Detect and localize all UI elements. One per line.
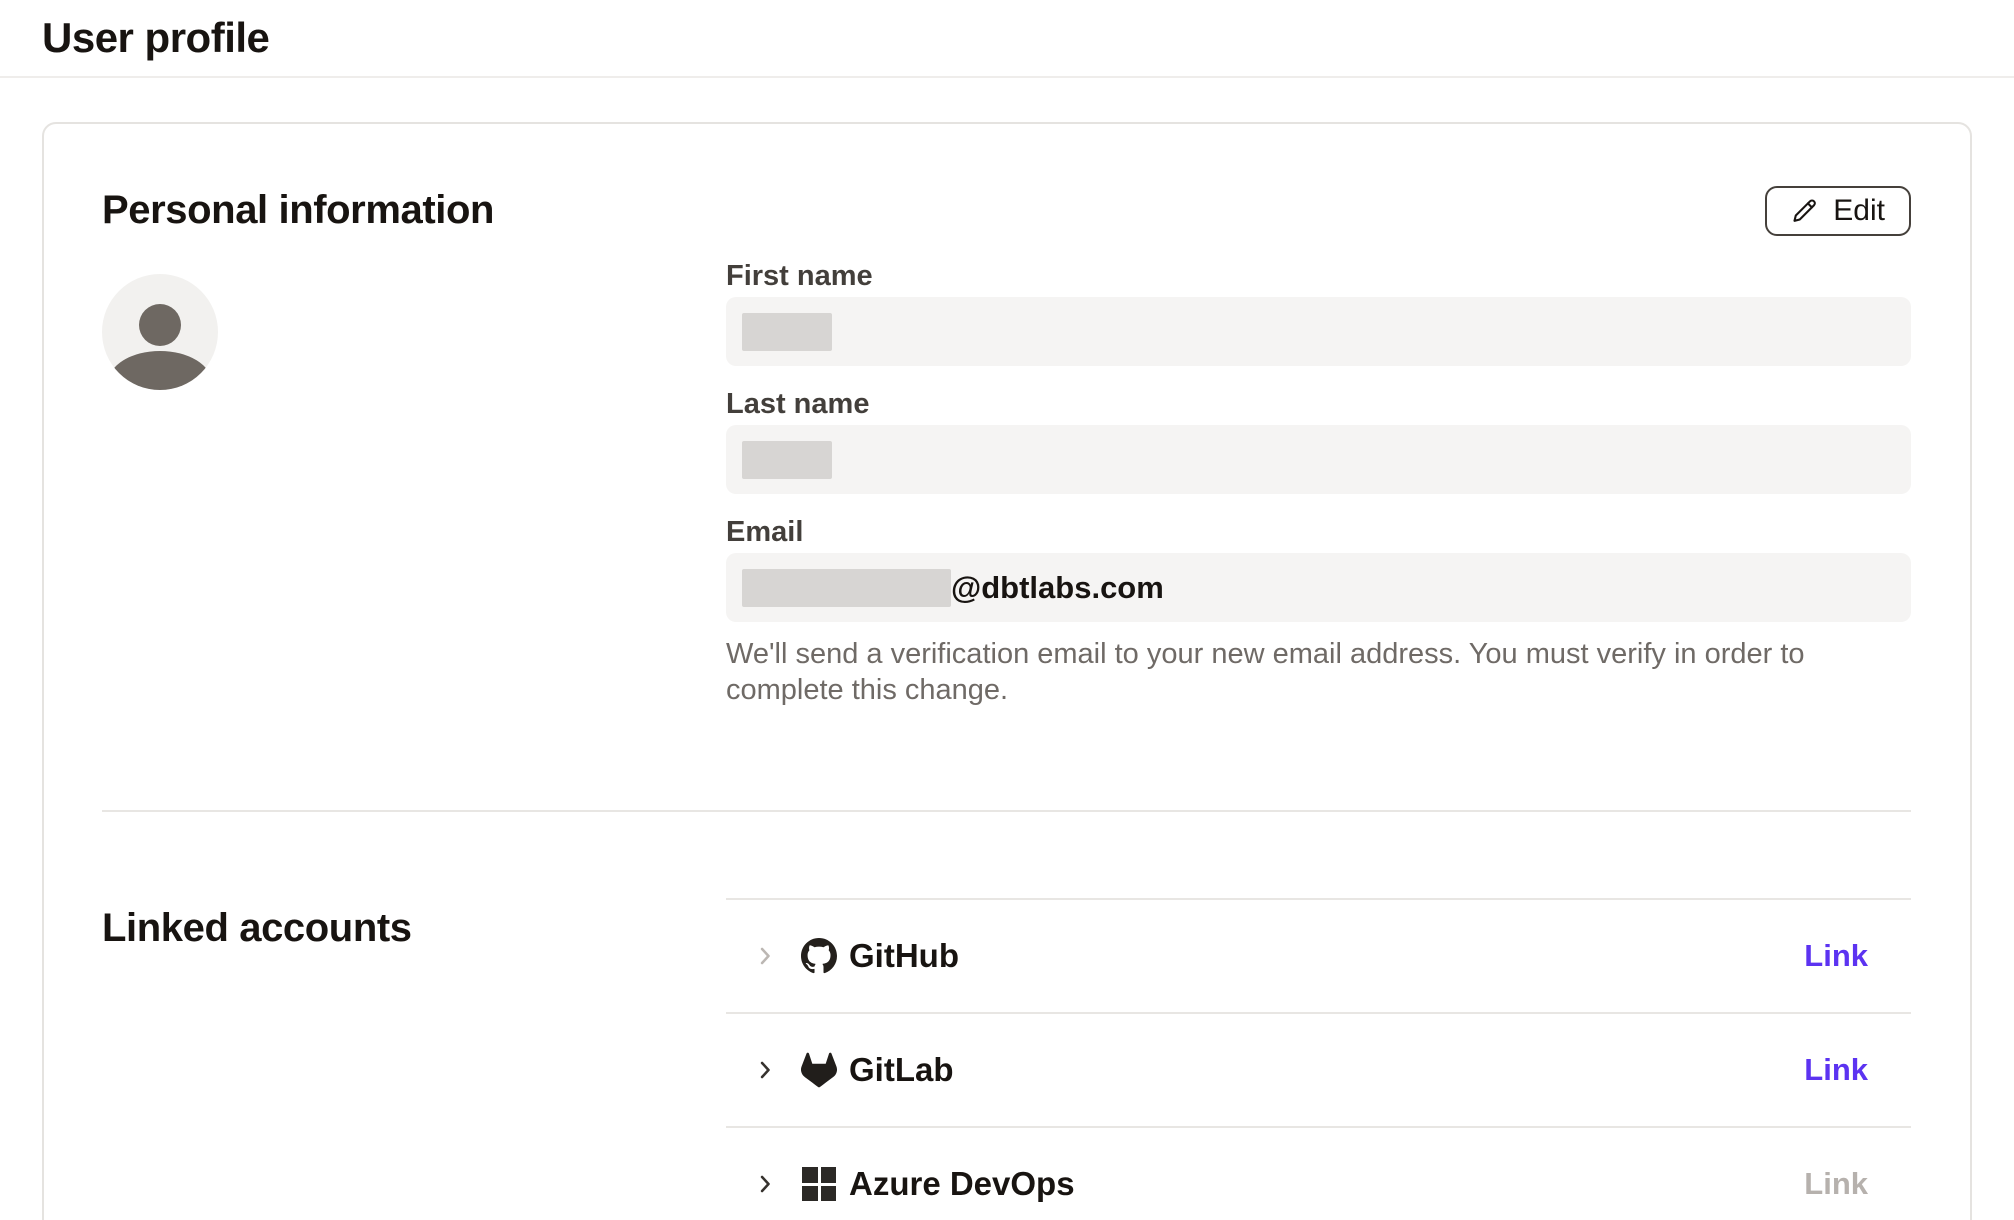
avatar xyxy=(102,274,218,390)
edit-button[interactable]: Edit xyxy=(1765,186,1911,236)
azure-devops-icon xyxy=(801,1166,837,1202)
account-name: GitLab xyxy=(849,1051,954,1089)
email-group: Email @dbtlabs.com We'll send a verifica… xyxy=(726,518,1911,708)
chevron-right-icon[interactable] xyxy=(751,942,779,970)
account-row-github[interactable]: GitHub Link xyxy=(726,900,1911,1014)
edit-button-label: Edit xyxy=(1833,194,1885,228)
redacted-value xyxy=(742,441,832,479)
azure-devops-link-action-disabled: Link xyxy=(1804,1166,1911,1202)
section-divider xyxy=(102,810,1911,812)
last-name-group: Last name xyxy=(726,390,1911,494)
avatar-column xyxy=(102,262,726,732)
redacted-value xyxy=(742,313,832,351)
last-name-label: Last name xyxy=(726,390,1911,419)
github-icon xyxy=(801,938,837,974)
email-label: Email xyxy=(726,518,1911,547)
personal-info-body: First name Last name Email @dbtlabs.com … xyxy=(102,262,1911,732)
personal-info-form: First name Last name Email @dbtlabs.com … xyxy=(726,262,1911,732)
linked-accounts-section: Linked accounts GitHub Link xyxy=(102,898,1911,1220)
personal-info-header: Personal information Edit xyxy=(102,186,1911,236)
email-domain-suffix: @dbtlabs.com xyxy=(951,570,1164,606)
pencil-icon xyxy=(1791,197,1819,225)
email-helper-text: We'll send a verification email to your … xyxy=(726,636,1911,708)
first-name-label: First name xyxy=(726,262,1911,291)
linked-accounts-heading-column: Linked accounts xyxy=(102,898,726,1220)
gitlab-link-action[interactable]: Link xyxy=(1804,1052,1911,1088)
account-name: Azure DevOps xyxy=(849,1165,1075,1203)
gitlab-icon xyxy=(801,1052,837,1088)
chevron-right-icon[interactable] xyxy=(751,1056,779,1084)
personal-info-heading: Personal information xyxy=(102,186,494,234)
account-name: GitHub xyxy=(849,937,959,975)
page-header: User profile xyxy=(0,0,2014,78)
chevron-right-icon[interactable] xyxy=(751,1170,779,1198)
redacted-value xyxy=(742,569,951,607)
linked-accounts-list: GitHub Link GitLab Link xyxy=(726,898,1911,1220)
linked-accounts-heading: Linked accounts xyxy=(102,904,726,952)
first-name-input[interactable] xyxy=(726,297,1911,366)
github-link-action[interactable]: Link xyxy=(1804,938,1911,974)
account-row-azure-devops[interactable]: Azure DevOps Link xyxy=(726,1128,1911,1220)
page-title: User profile xyxy=(42,14,269,62)
last-name-input[interactable] xyxy=(726,425,1911,494)
account-row-gitlab[interactable]: GitLab Link xyxy=(726,1014,1911,1128)
first-name-group: First name xyxy=(726,262,1911,366)
person-silhouette-icon xyxy=(139,304,181,346)
profile-card: Personal information Edit First name xyxy=(42,122,1972,1220)
email-input[interactable]: @dbtlabs.com xyxy=(726,553,1911,622)
